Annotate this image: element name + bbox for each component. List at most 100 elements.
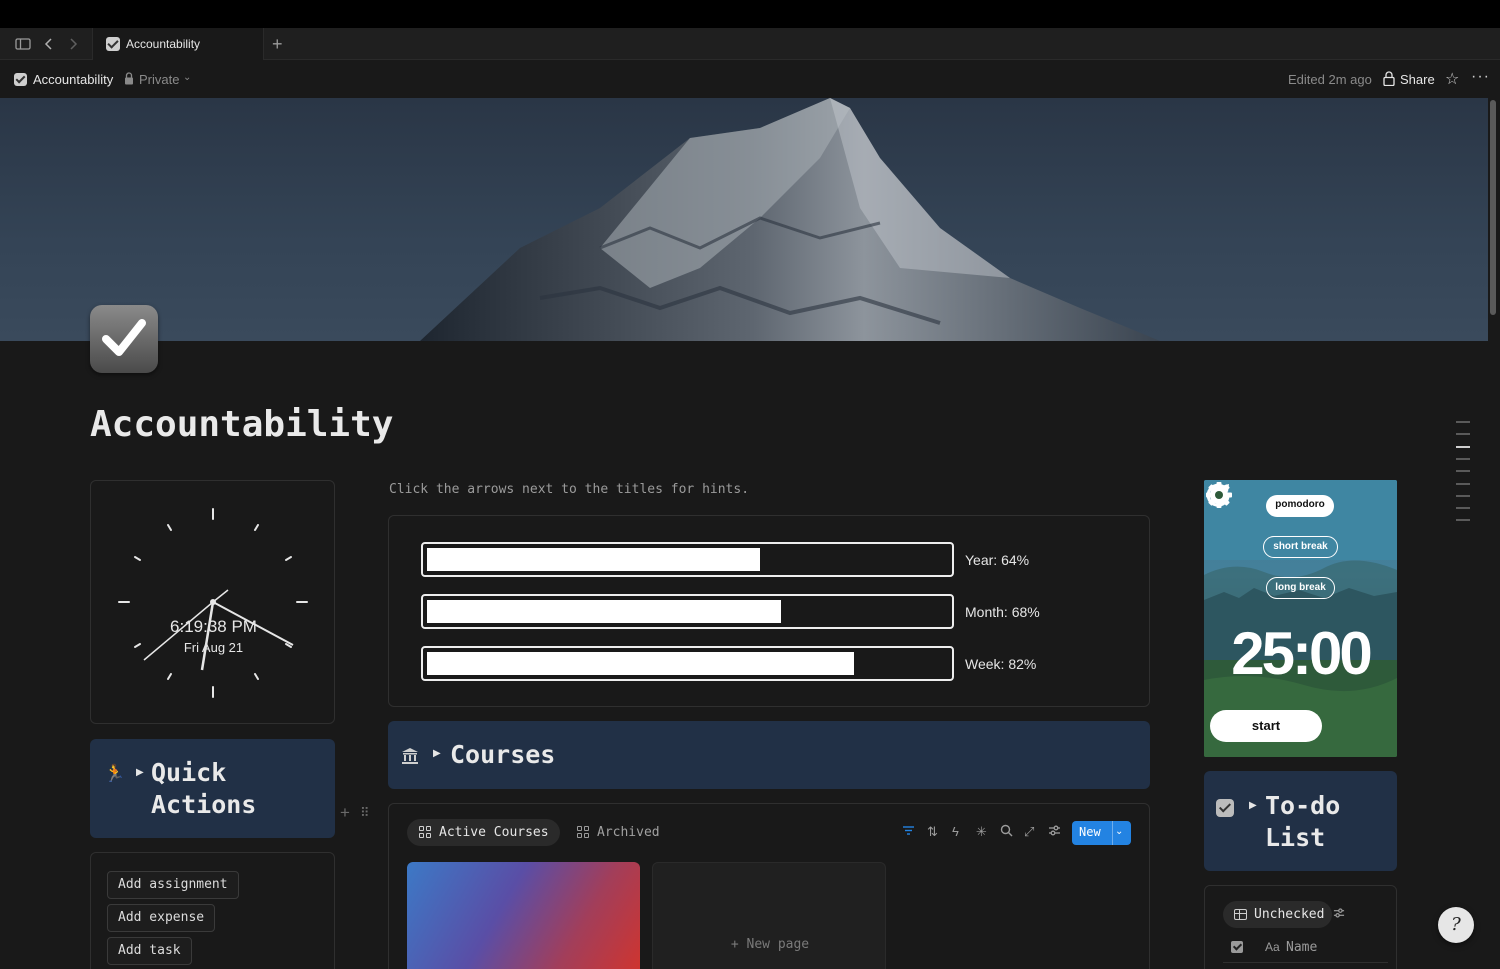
todo-title[interactable]: To-do List [1265, 790, 1385, 854]
forward-arrow-icon[interactable] [65, 36, 81, 52]
checkbox-icon [106, 37, 120, 51]
checkbox-icon [14, 73, 27, 86]
start-button[interactable]: start [1210, 710, 1322, 742]
courses-database: Active Courses Archived ⇅ ϟ ✳ ⤢ New ⌄ + … [388, 803, 1150, 969]
pomodoro-time: 25:00 [1231, 620, 1372, 687]
view-settings-icon[interactable] [1333, 907, 1345, 922]
progress-fill [427, 600, 781, 623]
courses-title[interactable]: Courses [450, 740, 555, 769]
toc-line[interactable] [1456, 507, 1470, 509]
toggle-arrow-icon[interactable]: ▶ [136, 767, 144, 778]
page-title[interactable]: Accountability [90, 404, 393, 445]
star-icon[interactable]: ☆ [1445, 69, 1459, 89]
drag-handle-icon[interactable]: ⠿ [360, 805, 370, 821]
tab-archived[interactable]: Archived [577, 819, 660, 846]
breadcrumb-page-title[interactable]: Accountability [33, 72, 113, 87]
settings-icon[interactable] [1048, 824, 1061, 840]
toc-line[interactable] [1456, 470, 1470, 472]
toc-line[interactable] [1456, 458, 1470, 460]
gear-icon[interactable] [1204, 480, 1234, 510]
tab-unchecked[interactable]: Unchecked [1223, 901, 1333, 928]
toc-line[interactable] [1456, 433, 1470, 435]
toc-line[interactable] [1456, 483, 1470, 485]
pomodoro-widget: pomodoro short break long break 25:00 st… [1204, 480, 1397, 757]
share-lock-icon [1383, 71, 1395, 86]
tab-label: Active Courses [439, 825, 549, 840]
toc-line-active[interactable] [1456, 446, 1470, 448]
expand-icon[interactable]: ⤢ [1024, 824, 1034, 840]
month-progress-label: Month: 68% [965, 604, 1040, 620]
toc-line[interactable] [1456, 495, 1470, 497]
toc-line[interactable] [1456, 421, 1470, 423]
toggle-arrow-icon[interactable]: ▶ [1249, 800, 1257, 811]
new-button-label: New [1079, 825, 1101, 839]
tab-label: Accountability [126, 37, 201, 51]
table-icon [1234, 909, 1247, 920]
add-assignment-button[interactable]: Add assignment [107, 871, 239, 899]
chevron-down-icon[interactable]: ⌄ [1115, 826, 1123, 837]
name-column-header[interactable]: Name [1286, 940, 1317, 955]
runner-icon: 🏃 [104, 764, 126, 783]
quick-actions-buttons: Add assignment Add expense Add task [90, 852, 335, 969]
edited-timestamp: Edited 2m ago [1288, 72, 1372, 87]
hint-text: Click the arrows next to the titles for … [389, 482, 750, 497]
add-expense-button[interactable]: Add expense [107, 904, 216, 932]
progress-fill [427, 548, 760, 571]
sidebar-toggle-icon[interactable] [15, 36, 31, 52]
text-property-icon: Aa [1265, 940, 1280, 954]
page-header-bar: Accountability Private ⌄ Edited 2m ago S… [0, 60, 1500, 98]
scrollbar[interactable] [1490, 100, 1496, 315]
todo-callout: ▶ To-do List [1204, 771, 1397, 871]
add-task-button[interactable]: Add task [107, 937, 192, 965]
automation-icon[interactable]: ϟ [952, 824, 959, 839]
share-button[interactable]: Share [1400, 72, 1435, 87]
clock-face [118, 508, 308, 698]
mode-short-break-button[interactable]: short break [1263, 536, 1338, 558]
sort-icon[interactable]: ⇅ [927, 824, 938, 840]
new-page-label: + New page [730, 937, 810, 952]
clock-digital-time: 6:19:38 PM [170, 617, 257, 636]
add-block-icon[interactable]: + [340, 803, 350, 823]
os-top-bar [0, 0, 1500, 28]
privacy-label[interactable]: Private [139, 72, 179, 87]
quick-actions-callout: 🏃 ▶ Quick Actions [90, 739, 335, 838]
mode-long-break-button[interactable]: long break [1266, 577, 1335, 599]
toggle-arrow-icon[interactable]: ▶ [433, 748, 441, 759]
progress-fill [427, 652, 854, 675]
toc-line[interactable] [1456, 519, 1470, 521]
lock-icon [125, 72, 133, 85]
year-progress-label: Year: 64% [965, 552, 1030, 568]
clock-date: Fri Aug 21 [183, 640, 244, 655]
month-progress-bar [421, 594, 954, 629]
new-page-card[interactable]: + New page [652, 862, 886, 969]
gallery-icon [419, 826, 432, 839]
courses-callout: ▶ Courses [388, 721, 1150, 789]
quick-actions-title[interactable]: Quick Actions [151, 757, 321, 821]
gallery-icon [577, 826, 590, 839]
progress-widget: Year: 64% Month: 68% Week: 82% [388, 515, 1150, 707]
page-checkmark-icon[interactable] [90, 305, 158, 373]
todo-database: Unchecked Aa Name [1204, 885, 1397, 969]
new-entry-button[interactable]: New ⌄ [1072, 821, 1131, 845]
search-icon[interactable] [1000, 824, 1013, 840]
new-tab-button[interactable]: + [272, 34, 283, 55]
tab-label: Unchecked [1254, 907, 1325, 922]
divider [1223, 962, 1388, 963]
checkbox-icon [1216, 799, 1234, 817]
analog-clock-widget: 6:19:38 PM Fri Aug 21 [90, 480, 335, 724]
help-button[interactable]: ? [1438, 907, 1474, 943]
tab-accountability[interactable]: Accountability [92, 28, 264, 60]
cover-image [0, 98, 1488, 341]
week-progress-label: Week: 82% [965, 656, 1037, 672]
filter-icon[interactable] [902, 824, 915, 840]
mode-pomodoro-button[interactable]: pomodoro [1266, 495, 1334, 517]
tab-active-courses[interactable]: Active Courses [407, 819, 560, 846]
year-progress-bar [421, 542, 954, 577]
back-arrow-icon[interactable] [41, 36, 57, 52]
course-card-cover[interactable] [407, 862, 640, 969]
ai-icon[interactable]: ✳ [976, 824, 987, 840]
help-icon: ? [1451, 914, 1461, 935]
more-options-icon[interactable]: ··· [1471, 68, 1490, 86]
chevron-down-icon[interactable]: ⌄ [183, 72, 191, 83]
week-progress-bar [421, 646, 954, 681]
